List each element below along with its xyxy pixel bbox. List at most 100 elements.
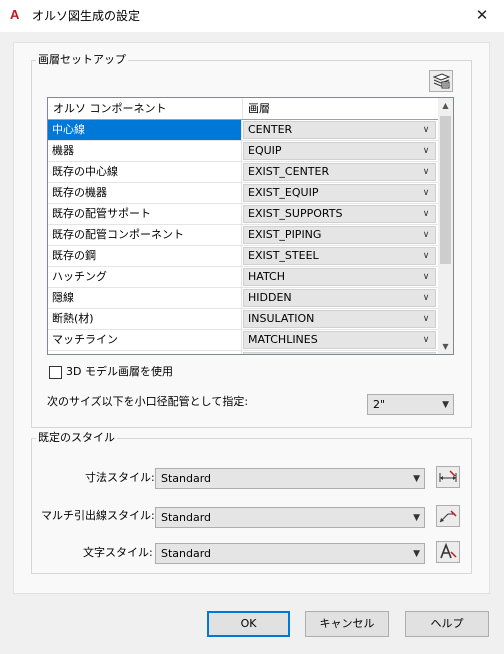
autocad-a-icon: A xyxy=(10,7,20,22)
grid-row[interactable]: 機器 EQUIP ∨ xyxy=(48,141,438,162)
grid-header: オルソ コンポーネント 画層 xyxy=(48,98,438,120)
component-name-cell[interactable]: 既存の配管コンポーネント xyxy=(48,225,242,245)
scroll-down-icon[interactable]: ▼ xyxy=(438,339,453,354)
layer-value: MATCHLINES xyxy=(248,333,318,346)
grid-vertical-scrollbar[interactable]: ▲ ▼ xyxy=(438,98,453,354)
multileader-style-select[interactable]: Standard ▼ xyxy=(155,507,425,528)
layer-dropdown[interactable]: MATCHLINES ∨ xyxy=(243,331,436,349)
dimension-style-button[interactable] xyxy=(436,466,460,488)
help-button[interactable]: ヘルプ xyxy=(405,611,489,637)
layer-dropdown[interactable]: MISC ∨ xyxy=(243,352,436,354)
grid-row[interactable]: 面取り MISC ∨ xyxy=(48,351,438,354)
multileader-style-value: Standard xyxy=(161,511,212,524)
layer-value: CENTER xyxy=(248,123,293,136)
dimension-style-label: 寸法スタイル: xyxy=(85,471,155,484)
grid-row[interactable]: 既存の配管コンポーネント EXIST_PIPING ∨ xyxy=(48,225,438,246)
dimension-style-icon xyxy=(439,470,457,482)
use-3d-layers-checkbox[interactable] xyxy=(49,366,62,379)
column-header-layer[interactable]: 画層 xyxy=(243,98,438,119)
small-bore-label: 次のサイズ以下を小口径配管として指定: xyxy=(47,395,249,408)
scroll-thumb[interactable] xyxy=(440,116,451,264)
layer-dropdown[interactable]: EXIST_STEEL ∨ xyxy=(243,247,436,265)
chevron-down-icon: ∨ xyxy=(422,167,430,177)
chevron-down-icon: ∨ xyxy=(422,209,430,219)
layer-value: EXIST_CENTER xyxy=(248,165,330,178)
grid-row[interactable]: ハッチング HATCH ∨ xyxy=(48,267,438,288)
text-style-button[interactable] xyxy=(436,541,460,563)
layer-value: INSULATION xyxy=(248,312,315,325)
layer-dropdown[interactable]: CENTER ∨ xyxy=(243,121,436,139)
layer-value: MISC xyxy=(248,353,275,354)
layer-grid: オルソ コンポーネント 画層 中心線 CENTER ∨ 機器 EQUIP ∨ 既存の中心線 E… xyxy=(47,97,454,355)
chevron-down-icon: ▼ xyxy=(442,400,449,410)
chevron-down-icon: ∨ xyxy=(422,251,430,261)
text-style-label: 文字スタイル: xyxy=(83,546,153,559)
grid-row[interactable]: 中心線 CENTER ∨ xyxy=(48,120,438,141)
chevron-down-icon: ∨ xyxy=(422,335,430,345)
grid-row[interactable]: 断熱(材) INSULATION ∨ xyxy=(48,309,438,330)
component-name-cell[interactable]: マッチライン xyxy=(48,330,242,350)
cancel-button[interactable]: キャンセル xyxy=(305,611,389,637)
layer-dropdown[interactable]: HATCH ∨ xyxy=(243,268,436,286)
layer-dropdown[interactable]: EXIST_SUPPORTS ∨ xyxy=(243,205,436,223)
component-name-cell[interactable]: ハッチング xyxy=(48,267,242,287)
grid-row[interactable]: 既存の鋼 EXIST_STEEL ∨ xyxy=(48,246,438,267)
default-styles-group-label: 既定のスタイル xyxy=(36,431,117,445)
layer-dropdown[interactable]: EXIST_CENTER ∨ xyxy=(243,163,436,181)
layer-dropdown[interactable]: INSULATION ∨ xyxy=(243,310,436,328)
window-title: オルソ図生成の設定 xyxy=(32,9,141,23)
dimension-style-value: Standard xyxy=(161,472,212,485)
layer-value: EQUIP xyxy=(248,144,282,157)
component-name-cell[interactable]: 既存の配管サポート xyxy=(48,204,242,224)
chevron-down-icon: ∨ xyxy=(422,314,430,324)
layer-properties-icon xyxy=(432,73,451,89)
component-name-cell[interactable]: 中心線 xyxy=(48,120,242,140)
component-name-cell[interactable]: 断熱(材) xyxy=(48,309,242,329)
chevron-down-icon: ∨ xyxy=(419,353,433,354)
component-name-cell[interactable]: 既存の機器 xyxy=(48,183,242,203)
chevron-down-icon: ▼ xyxy=(413,513,420,523)
component-name-cell[interactable]: 隠線 xyxy=(48,288,242,308)
layer-value: EXIST_EQUIP xyxy=(248,186,319,199)
chevron-down-icon: ▼ xyxy=(413,474,420,484)
layer-dropdown[interactable]: EXIST_EQUIP ∨ xyxy=(243,184,436,202)
grid-row[interactable]: 既存の機器 EXIST_EQUIP ∨ xyxy=(48,183,438,204)
chevron-down-icon: ∨ xyxy=(422,125,430,135)
layer-dropdown[interactable]: EXIST_PIPING ∨ xyxy=(243,226,436,244)
text-style-value: Standard xyxy=(161,547,212,560)
ok-button[interactable]: OK xyxy=(207,611,290,637)
multileader-style-icon xyxy=(439,510,457,523)
layer-value: HATCH xyxy=(248,270,285,283)
chevron-down-icon: ▼ xyxy=(413,549,420,559)
close-button[interactable]: ✕ xyxy=(470,5,494,25)
dimension-style-select[interactable]: Standard ▼ xyxy=(155,468,425,489)
layer-setup-group-label: 画層セットアップ xyxy=(36,53,128,67)
small-bore-size-select[interactable]: 2" ▼ xyxy=(367,394,454,415)
component-name-cell[interactable]: 機器 xyxy=(48,141,242,161)
multileader-style-button[interactable] xyxy=(436,505,460,527)
small-bore-size-value: 2" xyxy=(373,398,386,411)
chevron-down-icon: ∨ xyxy=(422,272,430,282)
layer-dropdown[interactable]: HIDDEN ∨ xyxy=(243,289,436,307)
layer-properties-button[interactable] xyxy=(429,70,453,92)
component-name-cell[interactable]: 面取り xyxy=(48,351,242,354)
grid-row[interactable]: 隠線 HIDDEN ∨ xyxy=(48,288,438,309)
scroll-up-icon[interactable]: ▲ xyxy=(438,98,453,113)
grid-row[interactable]: 既存の配管サポート EXIST_SUPPORTS ∨ xyxy=(48,204,438,225)
layer-dropdown[interactable]: EQUIP ∨ xyxy=(243,142,436,160)
grid-row[interactable]: 既存の中心線 EXIST_CENTER ∨ xyxy=(48,162,438,183)
layer-value: EXIST_PIPING xyxy=(248,228,322,241)
text-style-select[interactable]: Standard ▼ xyxy=(155,543,425,564)
chevron-down-icon: ∨ xyxy=(422,188,430,198)
layer-value: EXIST_SUPPORTS xyxy=(248,207,343,220)
layer-value: HIDDEN xyxy=(248,291,292,304)
component-name-cell[interactable]: 既存の鋼 xyxy=(48,246,242,266)
column-header-component[interactable]: オルソ コンポーネント xyxy=(48,98,243,119)
layer-value: EXIST_STEEL xyxy=(248,249,319,262)
multileader-style-label: マルチ引出線スタイル: xyxy=(41,509,155,522)
chevron-down-icon: ∨ xyxy=(422,293,430,303)
chevron-down-icon: ∨ xyxy=(422,230,430,240)
grid-row[interactable]: マッチライン MATCHLINES ∨ xyxy=(48,330,438,351)
component-name-cell[interactable]: 既存の中心線 xyxy=(48,162,242,182)
use-3d-layers-label[interactable]: 3D モデル画層を使用 xyxy=(66,365,173,379)
